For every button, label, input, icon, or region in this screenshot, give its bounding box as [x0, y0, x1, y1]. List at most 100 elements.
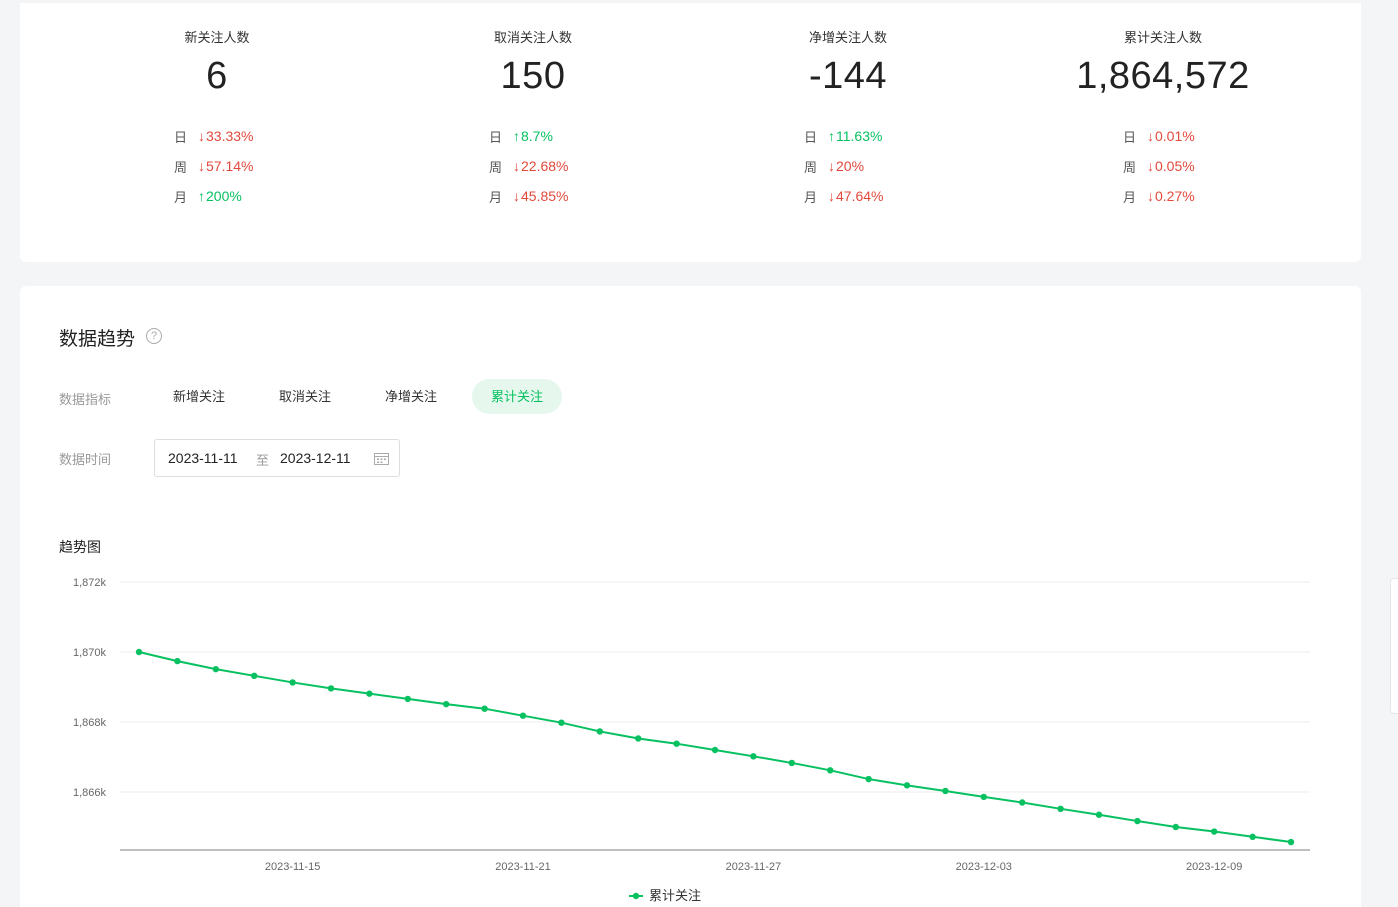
data-point — [251, 672, 258, 679]
arrow-down-icon: ↓ — [513, 188, 520, 204]
stat-value: -144 — [808, 55, 888, 97]
period-label: 日 — [489, 129, 503, 145]
data-point — [1211, 828, 1218, 835]
data-point — [443, 700, 450, 708]
data-point — [1287, 838, 1295, 846]
time-filter-label: 数据时间 — [59, 452, 112, 467]
data-point — [673, 740, 680, 747]
x-tick-label: 2023-11-21 — [495, 861, 550, 873]
x-tick-label: 2023-11-27 — [726, 861, 781, 873]
tab-total-follows[interactable]: 累计关注 — [472, 379, 563, 414]
tab-net-follows[interactable]: 净增关注 — [366, 379, 456, 414]
stat-value: 1,864,572 — [1076, 55, 1250, 97]
period-label: 周 — [174, 159, 188, 175]
question-circle-icon[interactable]: ? — [146, 328, 162, 344]
y-tick-label: 1,866k — [73, 787, 107, 799]
period-label: 日 — [1123, 129, 1137, 145]
y-tick-label: 1,872k — [73, 577, 107, 589]
change-value: 8.7% — [521, 128, 553, 144]
data-point — [1172, 823, 1180, 831]
data-point — [519, 712, 527, 719]
period-label: 周 — [1123, 159, 1137, 175]
arrow-up-icon: ↑ — [828, 128, 835, 144]
data-point — [942, 787, 949, 795]
period-label: 月 — [174, 189, 188, 205]
stat-change-list: 日 ↑ 11.63% 周 ↓ 20% 月 ↓ 47.64% — [804, 121, 883, 211]
data-point — [1019, 799, 1026, 806]
period-label: 月 — [1123, 189, 1137, 205]
stat-change-list: 日 ↓ 0.01% 周 ↓ 0.05% 月 ↓ 0.27% — [1123, 121, 1195, 211]
stat-value: 6 — [206, 55, 228, 97]
calendar-icon[interactable] — [374, 452, 389, 465]
arrow-down-icon: ↓ — [198, 128, 205, 144]
data-point — [289, 679, 296, 686]
arrow-down-icon: ↓ — [1147, 128, 1154, 144]
side-scroll-handle[interactable] — [1390, 578, 1398, 714]
data-point — [750, 753, 757, 760]
date-end[interactable]: 2023-12-11 — [280, 450, 351, 466]
change-value: 0.05% — [1155, 158, 1195, 174]
data-point — [1249, 833, 1256, 840]
data-point — [174, 657, 181, 665]
period-label: 月 — [489, 189, 503, 205]
stat-change-week: 周 ↓ 20% — [804, 151, 883, 181]
date-separator: 至 — [256, 453, 270, 468]
change-value: 0.27% — [1155, 188, 1195, 204]
stat-value: 150 — [500, 55, 566, 97]
change-value: 22.68% — [521, 158, 569, 174]
stat-change-month: 月 ↓ 0.27% — [1123, 181, 1195, 211]
tab-unfollows[interactable]: 取消关注 — [260, 379, 350, 414]
period-label: 周 — [489, 159, 503, 175]
arrow-down-icon: ↓ — [1147, 158, 1154, 174]
period-label: 周 — [804, 159, 818, 175]
change-value: 47.64% — [836, 188, 884, 204]
stat-change-week: 周 ↓ 0.05% — [1123, 151, 1195, 181]
date-start[interactable]: 2023-11-11 — [168, 450, 238, 466]
data-point — [596, 728, 603, 735]
data-point — [1095, 811, 1103, 818]
data-point — [711, 746, 719, 754]
arrow-down-icon: ↓ — [828, 158, 835, 174]
data-point — [903, 782, 911, 789]
stat-title: 取消关注人数 — [493, 30, 572, 45]
trend-line-chart: 1,866k 1,868k 1,870k 1,872k 2023-11-15 2023-1… — [73, 577, 1310, 902]
arrow-down-icon: ↓ — [198, 158, 205, 174]
change-value: 200% — [206, 188, 242, 204]
data-point — [827, 767, 834, 774]
stat-title: 累计关注人数 — [1123, 30, 1202, 45]
tab-new-follows[interactable]: 新增关注 — [154, 379, 244, 414]
data-point — [865, 775, 872, 783]
stat-change-week: 周 ↓ 57.14% — [174, 151, 253, 181]
data-point — [481, 705, 488, 712]
data-point — [635, 735, 642, 742]
data-point — [135, 648, 143, 656]
section-title: 数据趋势 — [59, 329, 136, 350]
arrow-up-icon: ↑ — [198, 188, 205, 204]
stat-change-day: 日 ↓ 33.33% — [174, 121, 253, 151]
period-label: 月 — [804, 189, 818, 205]
data-point — [404, 695, 411, 703]
stat-change-month: 月 ↓ 47.64% — [804, 181, 883, 211]
change-value: 57.14% — [206, 158, 254, 174]
period-label: 日 — [804, 129, 818, 145]
period-label: 日 — [174, 129, 188, 145]
stat-change-month: 月 ↑ 200% — [174, 181, 253, 211]
arrow-down-icon: ↓ — [513, 158, 520, 174]
stat-change-day: 日 ↓ 0.01% — [1123, 121, 1195, 151]
change-value: 20% — [836, 158, 865, 174]
stat-title: 净增关注人数 — [808, 30, 887, 45]
date-range-picker[interactable]: 2023-11-11 至 2023-12-11 — [154, 439, 400, 477]
x-tick-label: 2023-12-09 — [1186, 861, 1242, 873]
legend-marker — [632, 892, 640, 900]
data-point — [558, 719, 565, 726]
arrow-down-icon: ↓ — [828, 188, 835, 204]
stat-change-list: 日 ↓ 33.33% 周 ↓ 57.14% 月 ↑ 200% — [174, 121, 253, 211]
arrow-up-icon: ↑ — [513, 128, 520, 144]
metric-filter-label: 数据指标 — [59, 392, 112, 407]
stat-change-month: 月 ↓ 45.85% — [489, 181, 568, 211]
data-point — [1057, 805, 1064, 812]
data-point — [1134, 817, 1141, 825]
stat-change-list: 日 ↑ 8.7% 周 ↓ 22.68% 月 ↓ 45.85% — [489, 121, 568, 211]
change-value: 33.33% — [206, 128, 254, 144]
data-point — [366, 690, 373, 697]
